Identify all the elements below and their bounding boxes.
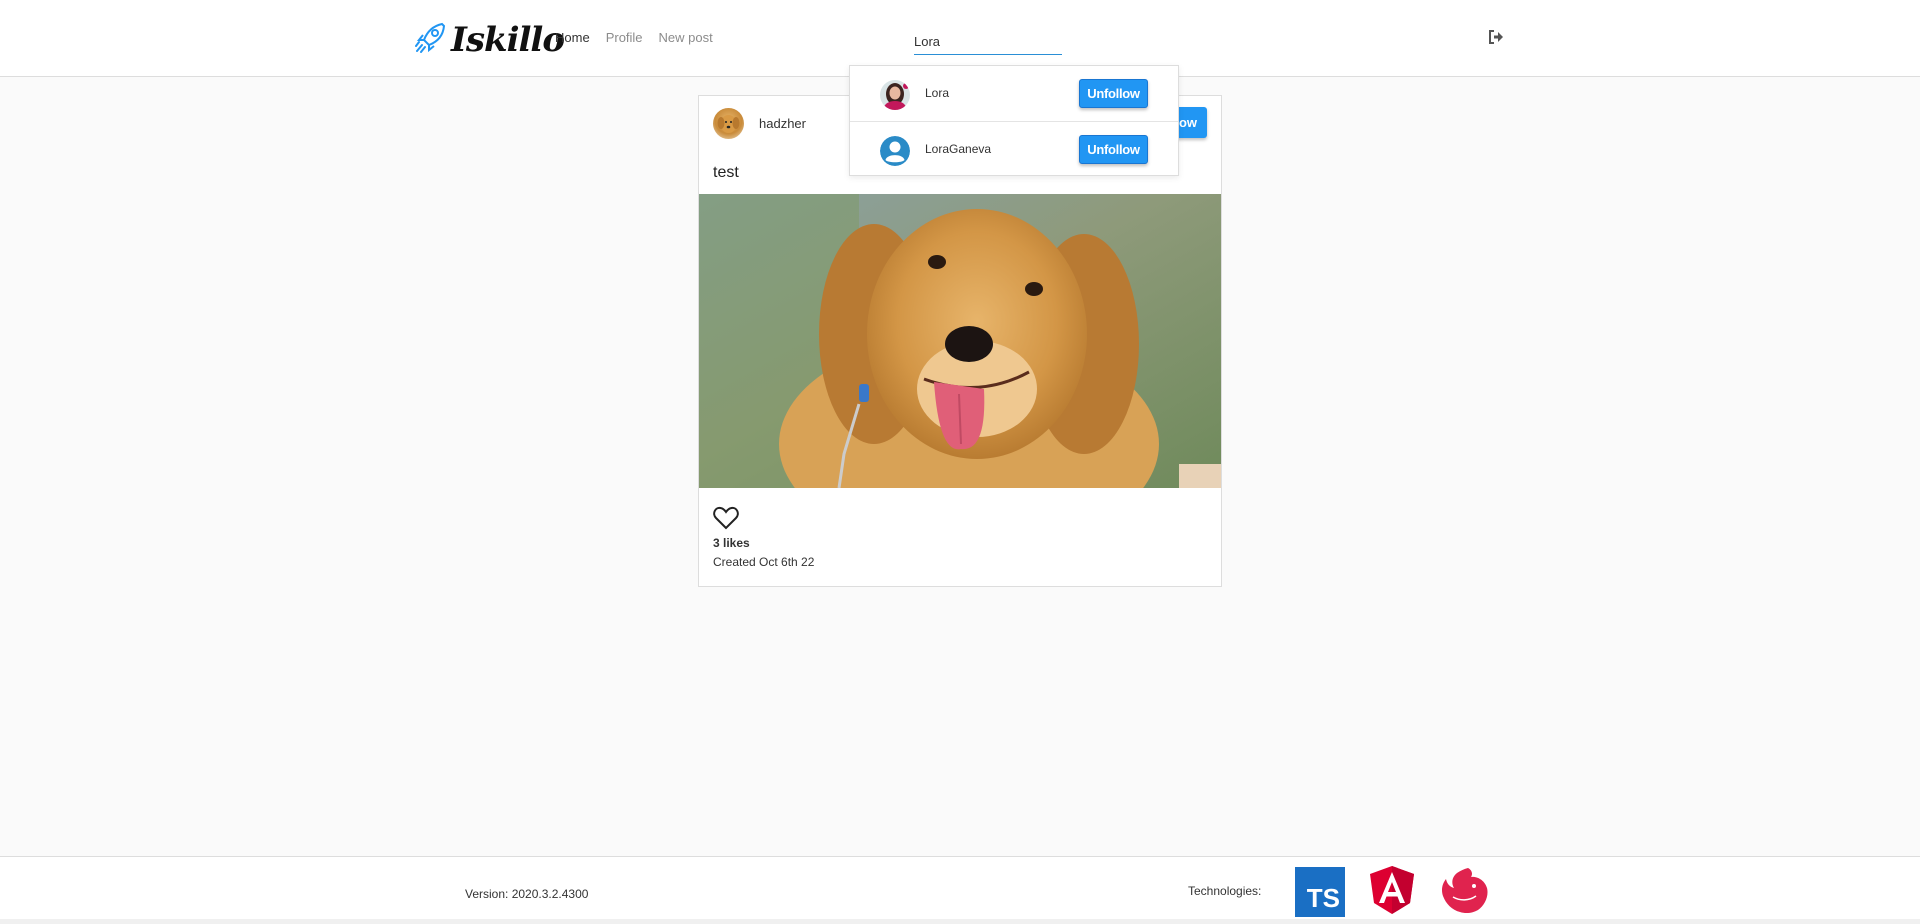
sign-out-icon[interactable] — [1488, 29, 1504, 50]
post-author-name[interactable]: hadzher — [759, 116, 806, 131]
unfollow-button[interactable]: Unfollow — [1079, 79, 1148, 108]
post-caption: test — [713, 164, 739, 181]
brand-logo[interactable]: Iskillo — [415, 20, 565, 60]
heart-outline-icon[interactable] — [713, 506, 739, 535]
user-name[interactable]: Lora — [925, 86, 949, 100]
search-results-dropdown: Lora Unfollow LoraGaneva Unfollow — [849, 65, 1179, 176]
post-author-avatar[interactable] — [713, 108, 744, 139]
version-text: Version: 2020.3.2.4300 — [465, 887, 589, 901]
likes-count[interactable]: 3 likes — [713, 536, 750, 550]
search-result-item[interactable]: LoraGaneva Unfollow — [850, 121, 1178, 175]
footer: Version: 2020.3.2.4300 Technologies: TS — [0, 856, 1920, 919]
nav-new-post[interactable]: New post — [659, 30, 713, 45]
user-name[interactable]: LoraGaneva — [925, 142, 991, 156]
search-result-item[interactable]: Lora Unfollow — [850, 66, 1178, 120]
technologies-label: Technologies: — [1188, 884, 1262, 898]
post-image[interactable] — [699, 194, 1221, 488]
brand-name: Iskillo — [451, 20, 565, 60]
user-avatar — [880, 80, 910, 110]
typescript-logo: TS — [1295, 867, 1345, 917]
typescript-badge: TS — [1306, 883, 1340, 913]
page-bottom-strip — [0, 919, 1920, 924]
post-created-date: Created Oct 6th 22 — [713, 555, 815, 569]
rocket-icon — [415, 21, 447, 60]
angular-logo — [1368, 865, 1416, 920]
main-nav: Home Profile New post — [555, 30, 713, 45]
nav-profile[interactable]: Profile — [606, 30, 643, 45]
unfollow-button[interactable]: Unfollow — [1079, 135, 1148, 164]
nav-home[interactable]: Home — [555, 30, 590, 45]
nestjs-logo — [1438, 865, 1490, 920]
default-user-icon — [880, 136, 910, 166]
search-input[interactable] — [914, 25, 1062, 55]
